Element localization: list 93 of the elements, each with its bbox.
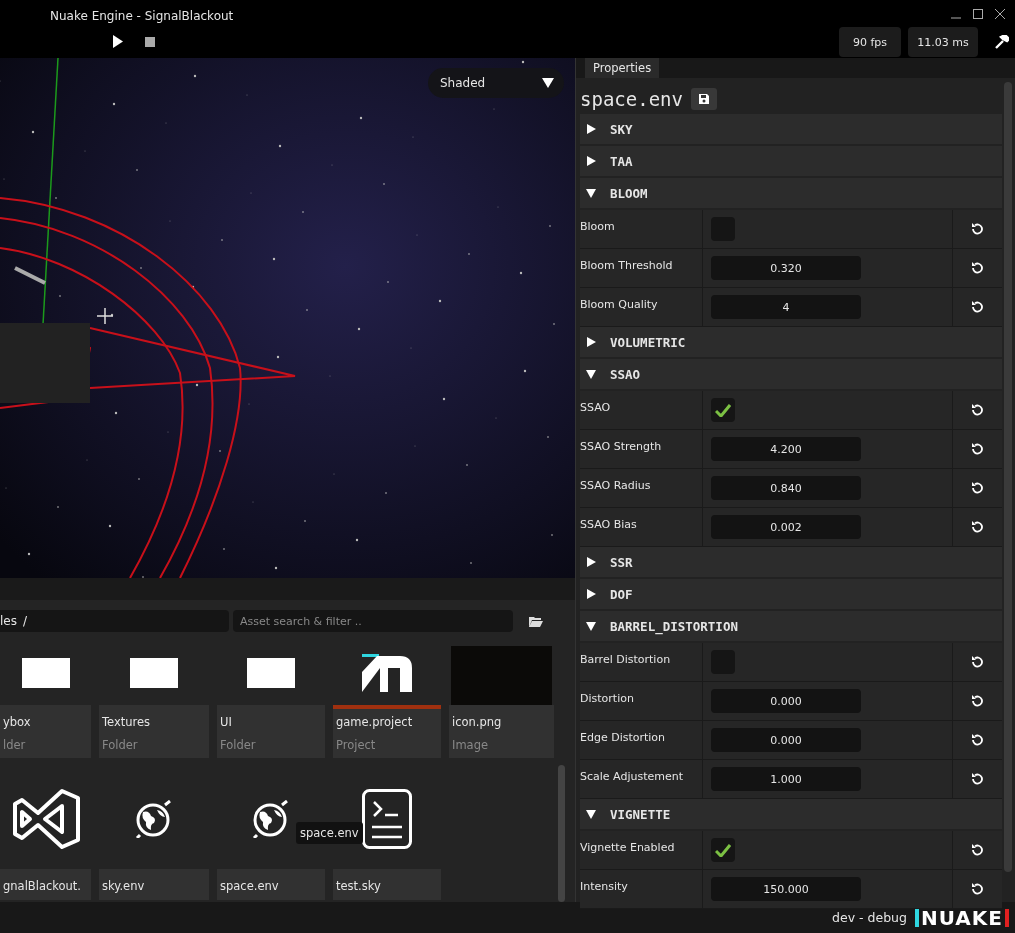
number-field[interactable]: 0.840	[711, 476, 861, 500]
globe-icon[interactable]	[252, 799, 290, 838]
asset-label[interactable]: ybox lder	[0, 705, 91, 758]
reset-icon[interactable]	[971, 521, 983, 533]
triangle-icon	[586, 557, 596, 567]
property-label: SSAO Strength	[580, 430, 703, 468]
asset-label[interactable]: test.sky	[333, 869, 441, 900]
number-field[interactable]: 4	[711, 295, 861, 319]
triangle-icon	[586, 809, 596, 819]
checkbox[interactable]	[711, 398, 735, 422]
asset-label[interactable]: UI Folder	[217, 705, 325, 758]
window-title: Nuake Engine - SignalBlackout	[50, 9, 234, 23]
globe-icon[interactable]	[135, 799, 173, 838]
close-icon[interactable]	[995, 9, 1005, 19]
property-label: Scale Adjustement	[580, 760, 703, 798]
reset-icon[interactable]	[971, 656, 983, 668]
file-name: space.env	[580, 88, 683, 110]
number-field[interactable]: 0.000	[711, 689, 861, 713]
reset-icon[interactable]	[971, 482, 983, 494]
frame-time-counter: 11.03 ms	[908, 27, 978, 57]
maximize-icon[interactable]	[973, 9, 983, 19]
property-label: SSAO Radius	[580, 469, 703, 507]
number-field[interactable]: 0.000	[711, 728, 861, 752]
triangle-icon	[586, 156, 596, 166]
reset-icon[interactable]	[971, 734, 983, 746]
triangle-icon	[586, 621, 596, 631]
asset-label[interactable]: Textures Folder	[99, 705, 209, 758]
asset-label[interactable]: icon.png Image	[449, 705, 554, 758]
triangle-icon	[586, 337, 596, 347]
breadcrumb-folder[interactable]: les	[0, 614, 17, 628]
checkbox[interactable]	[711, 838, 735, 862]
scrollbar[interactable]	[1004, 82, 1012, 872]
number-field[interactable]: 0.320	[711, 256, 861, 280]
section-header[interactable]: BLOOM	[580, 178, 1002, 208]
reset-icon[interactable]	[971, 844, 983, 856]
scrollbar[interactable]	[558, 765, 565, 902]
section-header[interactable]: DOF	[580, 579, 1002, 609]
checkmark-icon	[715, 843, 731, 857]
property-label: SSAO	[580, 391, 703, 429]
section-header[interactable]: SSR	[580, 547, 1002, 577]
section-header[interactable]: BARREL_DISTORTION	[580, 611, 1002, 641]
property-label: Distortion	[580, 682, 703, 720]
triangle-icon	[586, 188, 596, 198]
tooltip: space.env	[296, 822, 363, 844]
caret-icon	[542, 78, 554, 88]
reset-icon[interactable]	[971, 301, 983, 313]
asset-label[interactable]: game.project Project	[333, 705, 441, 758]
property-label: SSAO Bias	[580, 508, 703, 546]
asset-label[interactable]: gnalBlackout.	[0, 869, 91, 900]
build-label: dev - debug	[832, 910, 907, 925]
section-header[interactable]: TAA	[580, 146, 1002, 176]
reset-icon[interactable]	[971, 883, 983, 895]
reset-icon[interactable]	[971, 262, 983, 274]
reset-icon[interactable]	[971, 695, 983, 707]
asset-search-field[interactable]: Asset search & filter ..	[233, 610, 513, 632]
nuake-logo: NUAKE	[915, 908, 1009, 927]
property-label: Edge Distortion	[580, 721, 703, 759]
reset-icon[interactable]	[971, 404, 983, 416]
visual-studio-icon[interactable]	[11, 787, 80, 850]
section-header[interactable]: SKY	[580, 114, 1002, 144]
triangle-icon	[586, 589, 596, 599]
section-header[interactable]: SSAO	[580, 359, 1002, 389]
reset-icon[interactable]	[971, 223, 983, 235]
project-logo-icon[interactable]	[362, 653, 412, 692]
script-file-icon[interactable]	[362, 788, 412, 849]
triangle-icon	[586, 369, 596, 379]
reset-icon[interactable]	[971, 773, 983, 785]
number-field[interactable]: 4.200	[711, 437, 861, 461]
section-header[interactable]: VOLUMETRIC	[580, 327, 1002, 357]
folder-icon[interactable]	[529, 615, 543, 627]
checkmark-icon	[715, 403, 731, 417]
triangle-icon	[586, 124, 596, 134]
play-icon[interactable]	[112, 35, 124, 48]
property-label: Bloom Threshold	[580, 249, 703, 287]
breadcrumb-field[interactable]: les /	[0, 610, 229, 632]
hammer-icon[interactable]	[995, 35, 1009, 49]
properties-tab[interactable]: Properties	[585, 58, 660, 78]
save-button[interactable]	[690, 88, 717, 110]
reset-icon[interactable]	[971, 443, 983, 455]
property-label: Vignette Enabled	[580, 831, 703, 869]
section-header[interactable]: VIGNETTE	[580, 799, 1002, 829]
asset-label[interactable]: sky.env	[99, 869, 209, 900]
number-field[interactable]: 150.000	[711, 877, 861, 901]
asset-label[interactable]: space.env	[217, 869, 325, 900]
save-icon	[698, 94, 709, 104]
property-label: Barrel Distortion	[580, 643, 703, 681]
fps-counter: 90 fps	[839, 27, 901, 57]
number-field[interactable]: 1.000	[711, 767, 861, 791]
number-field[interactable]: 0.002	[711, 515, 861, 539]
breadcrumb-separator: /	[22, 614, 27, 628]
shading-mode-dropdown[interactable]: Shaded	[428, 68, 564, 98]
property-label: Bloom	[580, 210, 703, 248]
property-label: Bloom Quality	[580, 288, 703, 326]
